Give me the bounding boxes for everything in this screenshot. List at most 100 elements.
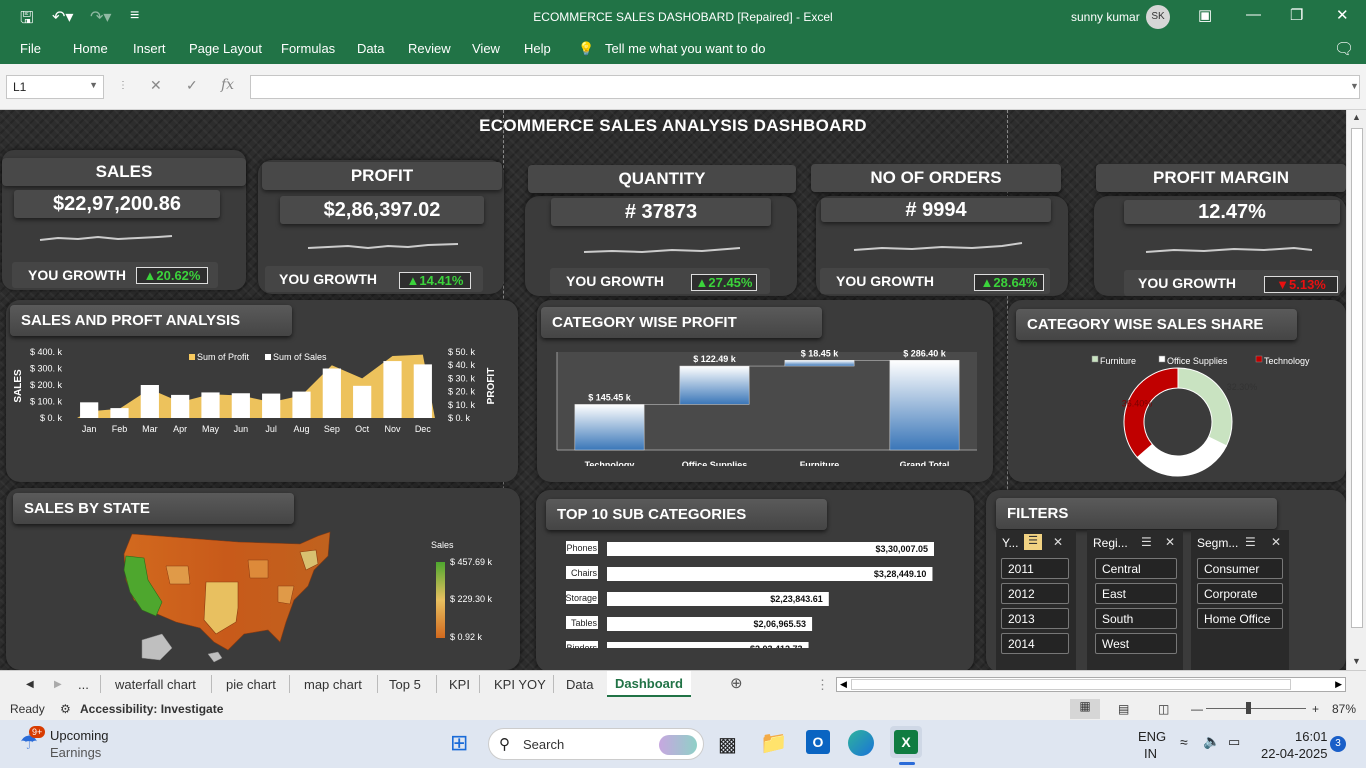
tab-dashboard[interactable]: Dashboard — [607, 671, 691, 697]
tab-data[interactable]: Data — [357, 41, 384, 56]
slicer-item[interactable]: Central — [1095, 558, 1177, 579]
clear-filter-icon[interactable]: ✕ — [1271, 535, 1281, 549]
tab-map-chart[interactable]: map chart — [304, 677, 362, 692]
tab-kpi[interactable]: KPI — [449, 677, 470, 692]
horizontal-scrollbar[interactable]: ◀ ▶ — [836, 677, 1346, 692]
scroll-left-icon[interactable]: ◀ — [840, 679, 847, 690]
category-share-chart[interactable]: Furniture Office Supplies Technology 32.30%… — [1008, 340, 1346, 485]
slicer-item[interactable]: Home Office — [1197, 608, 1283, 629]
tab-scroll-right-icon[interactable]: ▶ — [54, 679, 62, 690]
tab-help[interactable]: Help — [524, 41, 551, 56]
zoom-slider[interactable] — [1206, 708, 1306, 709]
restore-icon[interactable]: ❐ — [1290, 6, 1303, 24]
notification-badge[interactable]: 3 — [1330, 736, 1346, 752]
formula-bar: L1 ▼ ⋮ ✕ ✓ fx ▼ — [0, 64, 1366, 110]
top10-chart[interactable]: Phones $3,30,007.05 Chairs $3,28,449.10 Stor… — [540, 528, 970, 648]
weather-title[interactable]: Upcoming — [50, 728, 109, 743]
formula-input[interactable] — [250, 75, 1360, 99]
tab-file[interactable]: File — [20, 41, 41, 56]
clear-filter-icon[interactable]: ✕ — [1053, 535, 1063, 549]
more-tabs[interactable]: ... — [78, 677, 89, 692]
task-view-icon[interactable]: ▩ — [718, 732, 737, 757]
multi-select-icon[interactable]: ☰ — [1024, 534, 1042, 550]
zoom-slider-thumb[interactable] — [1246, 702, 1251, 714]
tab-data[interactable]: Data — [566, 677, 593, 692]
tab-split-icon[interactable]: ⋮ — [816, 677, 829, 693]
kpi-sales-value: $22,97,200.86 — [14, 190, 220, 218]
scroll-thumb[interactable] — [1351, 128, 1363, 628]
accessibility-status[interactable]: Accessibility: Investigate — [80, 702, 223, 716]
zoom-out-icon[interactable]: — — [1191, 702, 1203, 716]
scroll-right-icon[interactable]: ▶ — [1335, 679, 1342, 690]
tab-waterfall-chart[interactable]: waterfall chart — [115, 677, 196, 692]
language-primary[interactable]: ENG — [1138, 729, 1166, 744]
growth-label: YOU GROWTH — [566, 273, 664, 289]
category-profit-chart[interactable]: $ 145.45 k Technology $ 122.49 k Office Sup… — [537, 346, 993, 466]
edge-icon[interactable] — [848, 730, 874, 756]
kpi-orders-growth: ▲28.64% — [974, 274, 1044, 291]
clock-time[interactable]: 16:01 — [1295, 729, 1328, 744]
user-name[interactable]: sunny kumar — [1071, 10, 1140, 24]
windows-start-icon[interactable]: ⊞ — [450, 730, 468, 756]
sales-profit-chart[interactable]: Sum of Profit Sum of Sales $ 0. k $ 100. k $… — [6, 336, 518, 456]
slicer-item[interactable]: 2012 — [1001, 583, 1069, 604]
slicer-item[interactable]: 2013 — [1001, 608, 1069, 629]
normal-view-icon[interactable]: ▦ — [1070, 699, 1100, 719]
tab-review[interactable]: Review — [408, 41, 451, 56]
tab-page-layout[interactable]: Page Layout — [189, 41, 262, 56]
vertical-scrollbar[interactable]: ▲ ▼ — [1346, 110, 1366, 670]
clear-filter-icon[interactable]: ✕ — [1165, 535, 1175, 549]
slicer-item[interactable]: 2014 — [1001, 633, 1069, 654]
tab-view[interactable]: View — [472, 41, 500, 56]
scroll-down-icon[interactable]: ▼ — [1352, 656, 1361, 666]
scroll-thumb[interactable] — [851, 679, 1291, 690]
multi-select-icon[interactable]: ☰ — [1141, 535, 1152, 549]
tab-kpi-yoy[interactable]: KPI YOY — [494, 677, 546, 692]
slicer-item[interactable]: 2011 — [1001, 558, 1069, 579]
us-map[interactable] — [118, 530, 338, 664]
cancel-icon[interactable]: ✕ — [150, 77, 162, 94]
battery-icon[interactable]: ▭ — [1228, 734, 1240, 750]
tab-home[interactable]: Home — [73, 41, 108, 56]
insert-function-icon[interactable]: fx — [221, 77, 234, 93]
tab-pie-chart[interactable]: pie chart — [226, 677, 276, 692]
tab-top-5[interactable]: Top 5 — [389, 677, 421, 692]
zoom-level[interactable]: 87% — [1332, 702, 1356, 716]
volume-icon[interactable]: 🔈 — [1203, 733, 1220, 750]
slicer-item[interactable]: West — [1095, 633, 1177, 654]
comments-icon[interactable]: 🗨 — [1334, 39, 1354, 59]
avatar[interactable]: SK — [1146, 5, 1170, 29]
expand-formula-icon[interactable]: ▼ — [1350, 81, 1359, 91]
name-box[interactable]: L1 ▼ — [6, 75, 104, 99]
outlook-icon[interactable]: O — [806, 730, 830, 754]
dashboard-sheet[interactable]: ECOMMERCE SALES ANALYSIS DASHBOARD SALES… — [0, 110, 1346, 670]
tab-scroll-left-icon[interactable]: ◀ — [26, 679, 34, 690]
add-sheet-icon[interactable]: ⊕ — [730, 674, 743, 692]
excel-icon[interactable]: X — [894, 730, 918, 754]
clock-date[interactable]: 22-04-2025 — [1261, 746, 1328, 761]
taskbar-search[interactable]: ⚲ Search — [488, 728, 704, 760]
page-break-view-icon[interactable]: ◫ — [1158, 702, 1169, 716]
close-icon[interactable]: ✕ — [1336, 6, 1349, 24]
profit-sparkline — [307, 243, 459, 250]
chevron-down-icon[interactable]: ▼ — [89, 80, 98, 90]
page-layout-view-icon[interactable]: ▤ — [1118, 702, 1129, 716]
slicer-item[interactable]: Consumer — [1197, 558, 1283, 579]
tab-formulas[interactable]: Formulas — [281, 41, 335, 56]
tab-insert[interactable]: Insert — [133, 41, 166, 56]
slicer-item[interactable]: East — [1095, 583, 1177, 604]
wifi-icon[interactable]: ≈ — [1180, 734, 1188, 750]
multi-select-icon[interactable]: ☰ — [1245, 535, 1256, 549]
category-label: Storage — [565, 593, 597, 603]
minimize-icon[interactable]: — — [1246, 6, 1261, 23]
file-explorer-icon[interactable]: 📁 — [760, 730, 787, 756]
zoom-in-icon[interactable]: + — [1312, 702, 1319, 716]
ribbon-display-icon[interactable]: ▣ — [1198, 6, 1212, 24]
enter-icon[interactable]: ✓ — [186, 77, 198, 94]
tell-me-search[interactable]: Tell me what you want to do — [605, 41, 765, 56]
slicer-item[interactable]: Corporate — [1197, 583, 1283, 604]
legend-label: Sum of Profit — [197, 352, 250, 362]
sales-bar — [110, 408, 129, 418]
scroll-up-icon[interactable]: ▲ — [1352, 112, 1361, 122]
slicer-item[interactable]: South — [1095, 608, 1177, 629]
